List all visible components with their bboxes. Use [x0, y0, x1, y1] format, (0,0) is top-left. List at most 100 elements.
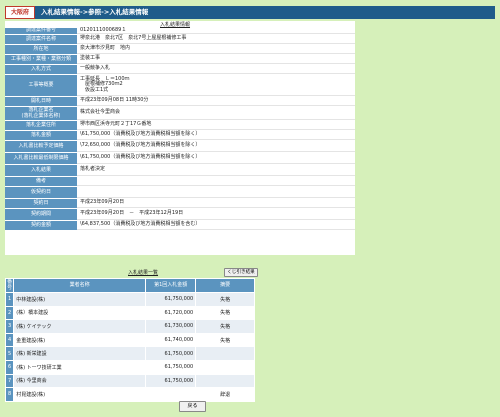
info-row: 調達案件番号 0120111000689１: [5, 27, 355, 35]
bid-remarks: 失格: [195, 332, 255, 348]
info-row-value-line: 平成23年09月20日: [80, 199, 125, 206]
row-number: 4: [4, 332, 15, 348]
info-row-label: 調達案件番号: [5, 28, 77, 34]
info-row-label: 工事種別・業種・業務分類: [5, 55, 77, 64]
info-row-value: 平成23年09月20日: [77, 199, 355, 208]
bid-remarks: 失格: [195, 305, 255, 321]
info-row-label-line: 所在地: [33, 45, 49, 52]
info-row-label-line: 工事種別・業種・業務分類: [10, 55, 71, 62]
company-name: (株）橋本建設: [13, 305, 147, 321]
info-row-value-line: 落札者決定: [80, 166, 106, 173]
info-row: 入札書比較予定価格 \72,650,000（消費税及び地方消費税相当額を除く）: [5, 141, 355, 153]
info-row-value: \61,750,000（消費税及び地方消費税相当額を除く）: [77, 131, 355, 140]
row-number: 8: [4, 387, 15, 402]
info-row: 工事等概要 工事延長 Ｌ＝100ｍ 屋根補修730ｍ2 仮設工1式: [5, 75, 355, 97]
info-row-label-line: 備考: [35, 177, 46, 184]
info-row-value-line: \61,750,000（消費税及び地方消費税相当額を除く）: [80, 131, 201, 138]
info-row-value-line: 塗装工事: [80, 55, 101, 62]
row-number: 7: [4, 373, 15, 389]
bid-amount: 61,750,000: [145, 346, 197, 361]
info-row-label: 備考: [5, 177, 77, 186]
back-button[interactable]: 戻る: [179, 401, 206, 412]
info-row-label: 落札金額: [5, 131, 77, 140]
info-row-label-line: 契約日: [33, 199, 49, 206]
list-title: 入札結果一覧: [128, 270, 159, 276]
company-name: (株) 新栄建設: [13, 346, 147, 361]
company-name: 中林建設(株): [13, 292, 147, 307]
info-row-label: 入札結果: [5, 165, 77, 176]
info-row-label: 入札方式: [5, 65, 77, 74]
info-row-value: 0120111000689１: [77, 27, 355, 34]
info-row-value-line: \61,750,000（消費税及び地方消費税相当額を除く）: [80, 154, 201, 161]
info-row-value: 塗装工事: [77, 55, 355, 64]
info-row-label: 所在地: [5, 45, 77, 54]
breadcrumb: 入札結果情報->参照->入札結果情報: [41, 8, 149, 16]
column-remarks: 摘要: [195, 278, 255, 293]
info-row: 契約日 平成23年09月20日: [5, 199, 355, 209]
info-row-value-line: 堺市西区浜寺元町２丁17Ｇ番地: [80, 121, 152, 128]
info-row-label: 契約日: [5, 199, 77, 208]
info-row-value: \72,650,000（消費税及び地方消費税相当額を除く）: [77, 141, 355, 152]
bid-remarks: [195, 359, 255, 375]
info-card: 入札結果情報 調達案件番号 0120111000689１ 調達案件名称 堺泉北港 泉北…: [5, 21, 355, 255]
info-row-value-line: 泉大津市汐見町 地内: [80, 45, 131, 52]
info-row-label: 落札企業名 (落札企業体名称): [5, 107, 77, 120]
info-row-label-line: 入札書比較予定価格: [18, 142, 64, 149]
info-row-value-line: 平成23年09月08日 11時30分: [80, 97, 149, 104]
table-row: 7 (株) 今里商会 61,750,000: [4, 373, 255, 389]
info-row-label-line: 仮契約日: [30, 188, 51, 195]
info-row-label: 調達案件名称: [5, 35, 77, 44]
company-name: 村昆建設(株): [13, 387, 147, 402]
lottery-result-button[interactable]: くじ引き結果: [224, 268, 258, 277]
info-row-value: 平成23年09月20日 － 平成23年12月19日: [77, 209, 355, 220]
info-row: 契約期間 平成23年09月20日 － 平成23年12月19日: [5, 209, 355, 221]
info-row-value-line: 株式会社今里商会: [80, 109, 121, 116]
info-row-label-line: 調達案件名称: [25, 35, 56, 42]
info-row-label: 開札日時: [5, 97, 77, 106]
info-row-label-line: 入札書比較最低制限価格: [13, 154, 69, 161]
bid-amount: 61,730,000: [145, 319, 197, 334]
info-row: 入札書比較最低制限価格 \61,750,000（消費税及び地方消費税相当額を除く）: [5, 153, 355, 165]
column-number: 番号: [4, 278, 15, 293]
info-row-label-line: (落札企業体名称): [21, 112, 61, 119]
info-row: 調達案件名称 堺泉北港 泉北7区 泉北7号上屋屋根補修工事: [5, 35, 355, 45]
bid-remarks: 失格: [195, 292, 255, 307]
bid-amount: 61,720,000: [145, 305, 197, 321]
company-name: (株) 今里商会: [13, 373, 147, 389]
bid-remarks: [195, 373, 255, 389]
info-row-value: 落札者決定: [77, 165, 355, 176]
info-row: 落札金額 \61,750,000（消費税及び地方消費税相当額を除く）: [5, 131, 355, 141]
info-table: 調達案件番号 0120111000689１ 調達案件名称 堺泉北港 泉北7区 泉北7号…: [5, 27, 355, 231]
table-row: 2 (株）橋本建設 61,720,000 失格: [4, 305, 255, 321]
info-row-value: 平成23年09月08日 11時30分: [77, 97, 355, 106]
info-row-label-line: 落札金額: [30, 131, 51, 138]
info-row-label: 契約金額: [5, 221, 77, 230]
bid-remarks: 失格: [195, 319, 255, 334]
info-row-value-line: 一般競争入札: [80, 65, 111, 72]
company-name: 金重建設(株): [13, 332, 147, 348]
info-row-value: 堺泉北港 泉北7区 泉北7号上屋屋根補修工事: [77, 35, 355, 44]
info-row: 備考: [5, 177, 355, 187]
info-row-label: 工事等概要: [5, 75, 77, 96]
info-row-value: [77, 187, 355, 198]
company-name: (株) ケイテック: [13, 319, 147, 334]
table-row: 8 村昆建設(株) 辞退: [4, 387, 255, 402]
company-name: (株) トーワ技研工業: [13, 359, 147, 375]
info-row-value: [77, 177, 355, 186]
row-number: 6: [4, 359, 15, 375]
row-number: 5: [4, 346, 15, 361]
row-number: 3: [4, 319, 15, 334]
info-row: 工事種別・業種・業務分類 塗装工事: [5, 55, 355, 65]
table-row: 1 中林建設(株) 61,750,000 失格: [4, 292, 255, 307]
bid-remarks: 辞退: [195, 387, 255, 402]
info-row-label: 仮契約日: [5, 187, 77, 198]
info-row-value: \64,837,500（消費税及び地方消費税相当額を含む）: [77, 221, 355, 230]
info-row-value: 一般競争入札: [77, 65, 355, 74]
info-row: 入札結果 落札者決定: [5, 165, 355, 177]
bid-amount: 61,740,000: [145, 332, 197, 348]
info-row-label-line: 落札企業住所: [25, 121, 56, 128]
table-row: 3 (株) ケイテック 61,730,000 失格: [4, 319, 255, 334]
row-number: 1: [4, 292, 15, 307]
bid-amount: [145, 387, 197, 402]
table-row: 6 (株) トーワ技研工業 61,750,000: [4, 359, 255, 375]
